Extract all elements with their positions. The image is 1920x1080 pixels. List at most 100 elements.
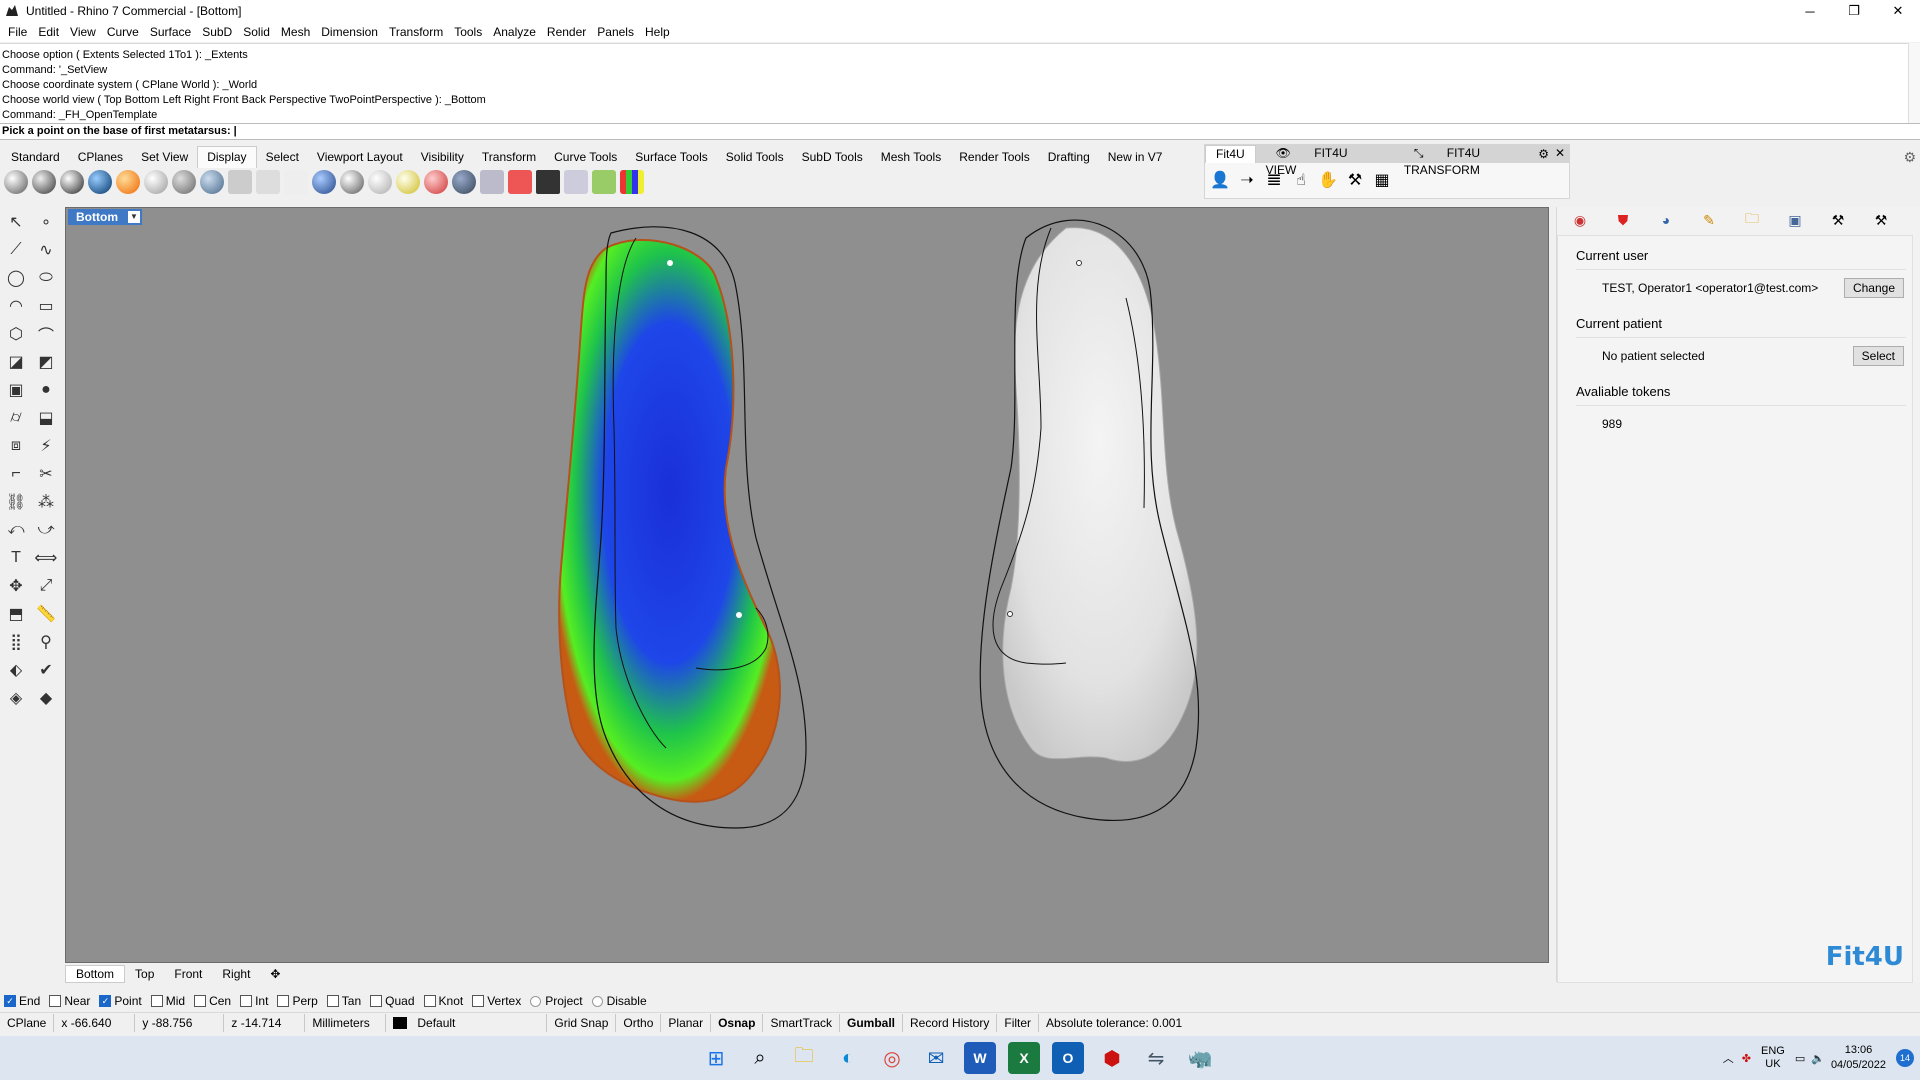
osnap-mid[interactable]: Mid: [150, 994, 185, 1008]
shield-icon[interactable]: ⛊: [1610, 210, 1636, 230]
display-options-icon[interactable]: [312, 170, 336, 194]
viewport-canvas[interactable]: [66, 208, 1549, 963]
word-icon[interactable]: W: [964, 1042, 996, 1074]
export-icon[interactable]: ▦: [1371, 169, 1393, 191]
status-filter[interactable]: Filter: [997, 1016, 1038, 1030]
select-patient-button[interactable]: Select: [1852, 346, 1904, 366]
menu-render[interactable]: Render: [543, 25, 593, 39]
excel-icon[interactable]: X: [1008, 1042, 1040, 1074]
boolean-icon[interactable]: ⚡: [32, 432, 60, 460]
osnap-knot[interactable]: Knot: [423, 994, 463, 1008]
vp-tab-front[interactable]: Front: [164, 967, 212, 981]
osnap-near[interactable]: Near: [49, 994, 90, 1008]
tab-fit4u[interactable]: Fit4U: [1205, 145, 1256, 163]
globe-icon[interactable]: [340, 170, 364, 194]
text-icon[interactable]: T: [2, 544, 30, 572]
footprint-icon[interactable]: ✋: [1317, 169, 1339, 191]
tab-fit4u-view[interactable]: 👁 FIT4U VIEW: [1255, 145, 1394, 177]
menu-edit[interactable]: Edit: [34, 25, 66, 39]
render-icon[interactable]: ◈: [2, 684, 30, 712]
speaker-icon[interactable]: 🔈: [1811, 1052, 1825, 1065]
ruler-icon[interactable]: 📏: [32, 600, 60, 628]
change-user-button[interactable]: Change: [1843, 278, 1904, 298]
vp-tab-right[interactable]: Right: [212, 967, 260, 981]
ghosted-icon[interactable]: [88, 170, 112, 194]
technical-icon[interactable]: [144, 170, 168, 194]
patch-icon[interactable]: ◩: [32, 348, 60, 376]
wireframe-icon[interactable]: [4, 170, 28, 194]
color-grid-icon[interactable]: [620, 170, 644, 194]
trim-icon[interactable]: ✂: [32, 460, 60, 488]
monitor-icon[interactable]: [536, 170, 560, 194]
color-wheel-icon[interactable]: ◉: [1567, 210, 1593, 230]
explode-icon[interactable]: ⁂: [32, 488, 60, 516]
osnap-quad[interactable]: Quad: [370, 994, 415, 1008]
curve-icon[interactable]: ∿: [32, 236, 60, 264]
panel-gear-icon[interactable]: ⚙: [1538, 147, 1549, 161]
vp-tab-bottom[interactable]: Bottom: [65, 965, 126, 983]
materials-icon[interactable]: ◕: [1653, 210, 1679, 230]
edge-browser-icon[interactable]: ◐: [832, 1042, 864, 1074]
menu-subd[interactable]: SubD: [198, 25, 239, 39]
osnap-project[interactable]: Project: [530, 994, 583, 1008]
osnap-vertex[interactable]: Vertex: [472, 994, 521, 1008]
viewport-label[interactable]: Bottom ▼: [68, 209, 142, 225]
osnap-int[interactable]: Int: [240, 994, 268, 1008]
tray-chevron-icon[interactable]: ︿: [1723, 1050, 1734, 1066]
menu-analyze[interactable]: Analyze: [489, 25, 543, 39]
osnap-point[interactable]: ✓ Point: [99, 994, 142, 1008]
close-button[interactable]: ✕: [1876, 0, 1920, 22]
chrome-browser-icon[interactable]: ◎: [876, 1042, 908, 1074]
foot-scan-heatmap[interactable]: [558, 239, 781, 803]
osnap-perp[interactable]: Perp: [277, 994, 318, 1008]
file-explorer-icon[interactable]: 🗀: [788, 1042, 820, 1074]
menu-dimension[interactable]: Dimension: [317, 25, 385, 39]
dimension-icon[interactable]: ⟺: [32, 544, 60, 572]
monochrome-icon[interactable]: [284, 170, 308, 194]
status-record-history[interactable]: Record History: [903, 1016, 996, 1030]
arc-icon[interactable]: ◠: [2, 292, 30, 320]
named-views-icon[interactable]: [564, 170, 588, 194]
tab-surface-tools[interactable]: Surface Tools: [626, 147, 717, 168]
tab-mesh-tools[interactable]: Mesh Tools: [872, 147, 950, 168]
status-layer[interactable]: Default: [386, 1016, 546, 1030]
add-viewport-tab-icon[interactable]: ✥: [260, 967, 290, 981]
menu-surface[interactable]: Surface: [146, 25, 198, 39]
viewport-dropdown-icon[interactable]: ▼: [128, 211, 140, 223]
material-icon[interactable]: ◆: [32, 684, 60, 712]
array-icon[interactable]: ⣿: [2, 628, 30, 656]
tab-curve-tools[interactable]: Curve Tools: [545, 147, 626, 168]
tab-solid-tools[interactable]: Solid Tools: [717, 147, 793, 168]
polyline-icon[interactable]: ⟋: [2, 236, 30, 264]
tray-app-icon[interactable]: ✤: [1742, 1052, 1751, 1065]
gumball-icon[interactable]: ⚲: [32, 628, 60, 656]
xray-icon[interactable]: [116, 170, 140, 194]
environment-icon[interactable]: [452, 170, 476, 194]
tab-viewport-layout[interactable]: Viewport Layout: [308, 147, 412, 168]
osnap-disable[interactable]: Disable: [591, 994, 647, 1008]
fillet-icon[interactable]: ⌐: [2, 460, 30, 488]
tab-new-in-v7[interactable]: New in V7: [1099, 147, 1172, 168]
cylinder-icon[interactable]: ⌭: [2, 404, 30, 432]
menu-tools[interactable]: Tools: [450, 25, 489, 39]
join-icon[interactable]: ⛓: [2, 488, 30, 516]
sphere-solid-icon[interactable]: ●: [32, 376, 60, 404]
notification-badge[interactable]: 14: [1896, 1049, 1914, 1067]
menu-panels[interactable]: Panels: [593, 25, 641, 39]
move-icon[interactable]: ✥: [2, 572, 30, 600]
panel-close-icon[interactable]: ✕: [1555, 146, 1565, 160]
folder-icon[interactable]: 🗀: [1739, 210, 1765, 230]
tab-display[interactable]: Display: [197, 146, 257, 168]
menu-file[interactable]: File: [4, 25, 34, 39]
raytraced-icon[interactable]: [256, 170, 280, 194]
toolbar-settings-gear-icon[interactable]: ⚙: [1903, 149, 1916, 166]
gold-sphere-icon[interactable]: [396, 170, 420, 194]
viewport-bottom[interactable]: Bottom ▼: [65, 207, 1549, 963]
menu-solid[interactable]: Solid: [239, 25, 277, 39]
render-window-icon[interactable]: ▣: [1782, 210, 1808, 230]
maximize-button[interactable]: ❐: [1832, 0, 1876, 22]
layer-state-icon[interactable]: [592, 170, 616, 194]
menu-mesh[interactable]: Mesh: [277, 25, 317, 39]
rectangle-icon[interactable]: ▭: [32, 292, 60, 320]
tab-visibility[interactable]: Visibility: [412, 147, 473, 168]
